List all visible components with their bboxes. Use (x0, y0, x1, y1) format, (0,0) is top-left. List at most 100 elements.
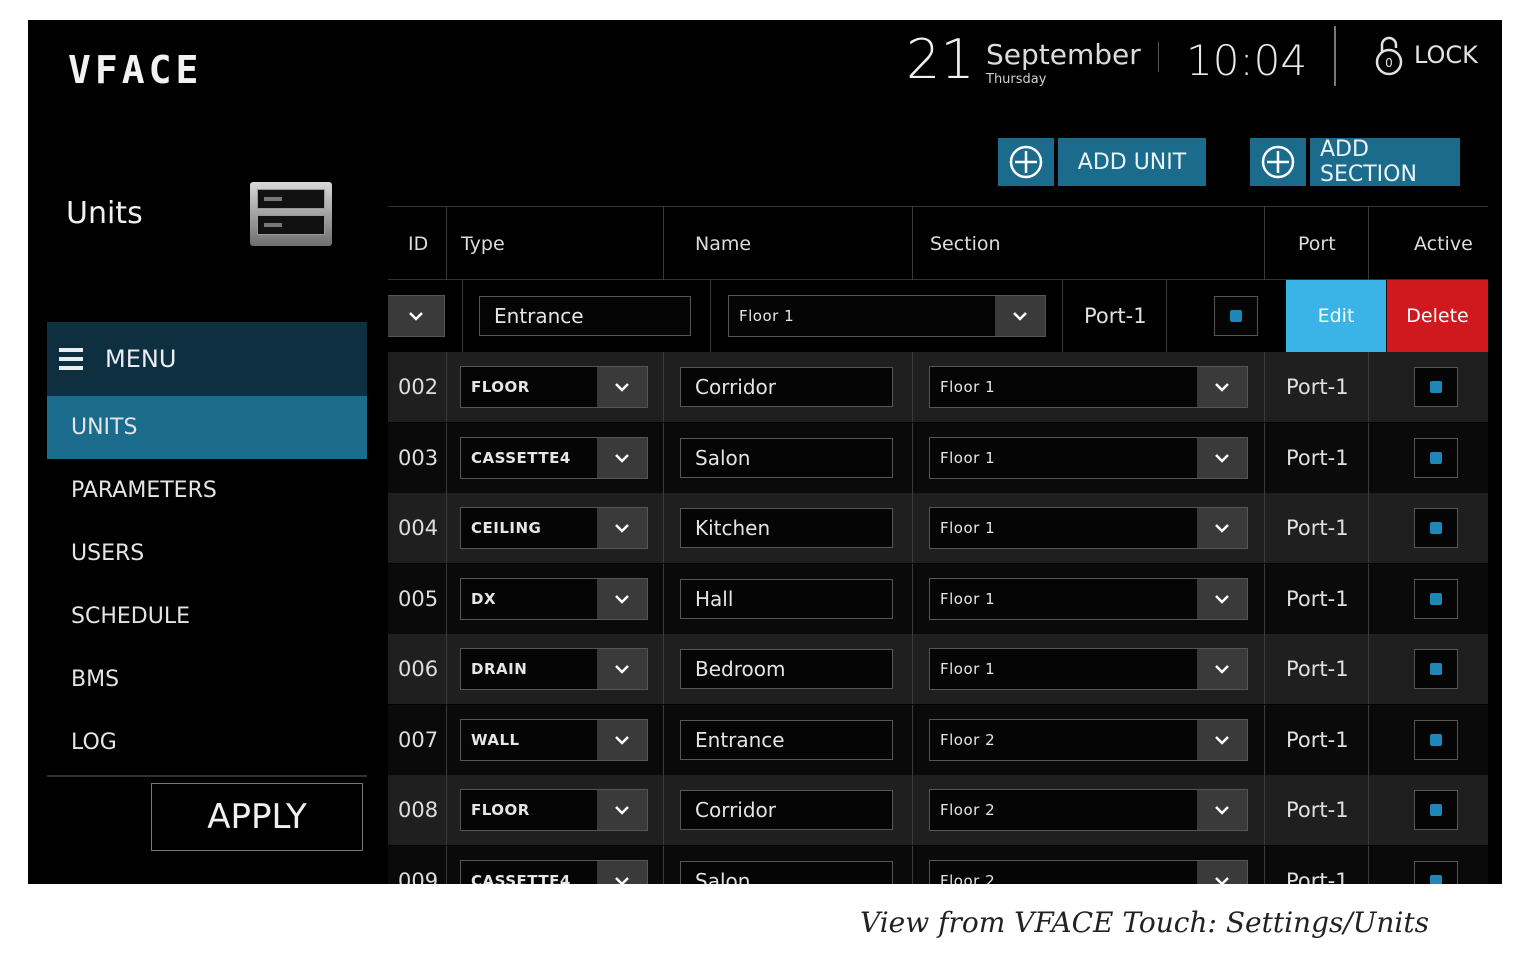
name-input[interactable]: Kitchen (680, 508, 893, 548)
type-value: DX (471, 589, 497, 608)
type-select[interactable]: DRAIN (460, 648, 648, 690)
chevron-down-icon (597, 437, 647, 478)
port-value: Port-1 (1286, 727, 1349, 752)
section-select[interactable]: Floor 2 (929, 789, 1248, 831)
app-screen: VFACE 21 September Thursday 10:04 0 LOCK… (28, 20, 1502, 884)
section-value: Floor 2 (940, 871, 996, 885)
active-checkbox[interactable] (1414, 578, 1458, 619)
name-input[interactable]: Salon (680, 437, 893, 478)
unit-id: 002 (398, 375, 439, 399)
add-icon (998, 138, 1054, 186)
sidebar-item-schedule[interactable]: SCHEDULE (47, 585, 367, 648)
add-unit-button[interactable]: ADD UNIT (998, 138, 1206, 186)
add-section-label: ADD SECTION (1310, 137, 1460, 187)
check-mark-icon (1430, 592, 1442, 605)
active-checkbox[interactable] (1214, 296, 1258, 336)
sidebar-item-bms[interactable]: BMS (47, 648, 367, 711)
section-select[interactable]: Floor 1 (929, 366, 1248, 408)
name-input[interactable]: Salon (680, 860, 893, 884)
type-value: FLOOR (471, 801, 530, 819)
unit-id: 006 (398, 657, 439, 681)
section-value: Floor 1 (940, 448, 996, 467)
column-header-port: Port (1298, 233, 1336, 255)
section-value: Floor 1 (739, 307, 795, 325)
name-input[interactable]: Bedroom (680, 649, 893, 689)
type-select[interactable]: CASSETTE4 (460, 859, 648, 885)
vface-logo: VFACE (68, 48, 203, 92)
section-select[interactable]: Floor 1 (929, 507, 1248, 549)
server-rack-icon (250, 182, 332, 246)
date-day: 21 (906, 28, 975, 91)
chevron-down-icon (995, 296, 1045, 336)
type-value: CASSETTE4 (471, 871, 571, 885)
section-select[interactable]: Floor 1 (728, 295, 1046, 337)
active-checkbox[interactable] (1414, 649, 1458, 689)
unit-id: 005 (398, 586, 439, 611)
sidebar-item-log[interactable]: LOG (47, 711, 367, 774)
add-section-button[interactable]: ADD SECTION (1250, 137, 1460, 187)
chevron-down-icon (1197, 578, 1247, 619)
active-checkbox[interactable] (1414, 508, 1458, 548)
lock-label: LOCK (1414, 41, 1478, 69)
name-input[interactable]: Corridor (680, 790, 893, 830)
unit-id: 007 (398, 727, 439, 752)
section-value: Floor 2 (940, 801, 996, 819)
active-checkbox[interactable] (1414, 367, 1458, 407)
section-select[interactable]: Floor 2 (929, 859, 1248, 885)
active-checkbox[interactable] (1414, 860, 1458, 884)
chevron-down-icon (597, 578, 647, 619)
section-select[interactable]: Floor 2 (929, 718, 1248, 761)
active-checkbox[interactable] (1414, 719, 1458, 760)
table-row: 008 FLOOR Corridor Floor 2 Port-1 (388, 775, 1488, 845)
type-select[interactable]: DX (460, 577, 648, 620)
lock-button[interactable]: 0 LOCK (1374, 34, 1478, 76)
chevron-down-icon (597, 860, 647, 884)
table-row: 005 DX Hall Floor 1 Port-1 (388, 563, 1488, 634)
section-value: Floor 1 (940, 660, 996, 678)
delete-button[interactable]: Delete (1387, 280, 1488, 352)
section-value: Floor 1 (940, 378, 996, 396)
chevron-down-icon (597, 719, 647, 760)
active-checkbox[interactable] (1414, 437, 1458, 478)
sidebar-item-users[interactable]: USERS (47, 522, 367, 585)
check-mark-icon (1430, 522, 1442, 534)
chevron-down-icon (1197, 860, 1247, 884)
type-select[interactable]: CEILING (460, 507, 648, 549)
type-select[interactable]: FLOOR (460, 366, 648, 408)
section-select[interactable]: Floor 1 (929, 577, 1248, 620)
check-mark-icon (1430, 451, 1442, 464)
name-input[interactable]: Hall (680, 578, 893, 619)
port-value: Port-1 (1084, 304, 1147, 328)
unit-id: 009 (398, 868, 439, 885)
clock: 10:04 (1186, 36, 1308, 85)
section-value: Floor 1 (940, 519, 996, 537)
menu-toggle[interactable]: MENU (47, 322, 367, 396)
section-select[interactable]: Floor 1 (929, 648, 1248, 690)
name-input[interactable]: Entrance (479, 296, 691, 336)
port-value: Port-1 (1286, 445, 1349, 470)
lock-icon: 0 (1375, 36, 1403, 76)
type-select[interactable]: WALL (460, 718, 648, 761)
sidebar-menu: UNITS PARAMETERS USERS SCHEDULE BMS LOG (47, 396, 367, 774)
type-select[interactable]: FLOOR (460, 789, 648, 831)
sidebar-divider (47, 775, 367, 777)
hamburger-icon (59, 348, 83, 370)
type-select[interactable]: CASSETTE4 (460, 436, 648, 479)
table-header: ID Type Name Section Port Active (388, 206, 1488, 281)
apply-button[interactable]: APPLY (151, 783, 363, 851)
type-select[interactable] (388, 295, 445, 337)
port-value: Port-1 (1286, 375, 1349, 399)
unit-id: 008 (398, 798, 439, 822)
section-select[interactable]: Floor 1 (929, 436, 1248, 479)
name-input[interactable]: Entrance (680, 719, 893, 760)
edit-button[interactable]: Edit (1286, 280, 1386, 352)
active-checkbox[interactable] (1414, 790, 1458, 830)
port-value: Port-1 (1286, 586, 1349, 611)
sidebar-item-units[interactable]: UNITS (47, 396, 367, 459)
port-value: Port-1 (1286, 868, 1349, 885)
sidebar-item-parameters[interactable]: PARAMETERS (47, 459, 367, 522)
name-input[interactable]: Corridor (680, 367, 893, 407)
column-header-id: ID (408, 233, 429, 255)
section-value: Floor 1 (940, 589, 996, 608)
chevron-down-icon (597, 649, 647, 689)
